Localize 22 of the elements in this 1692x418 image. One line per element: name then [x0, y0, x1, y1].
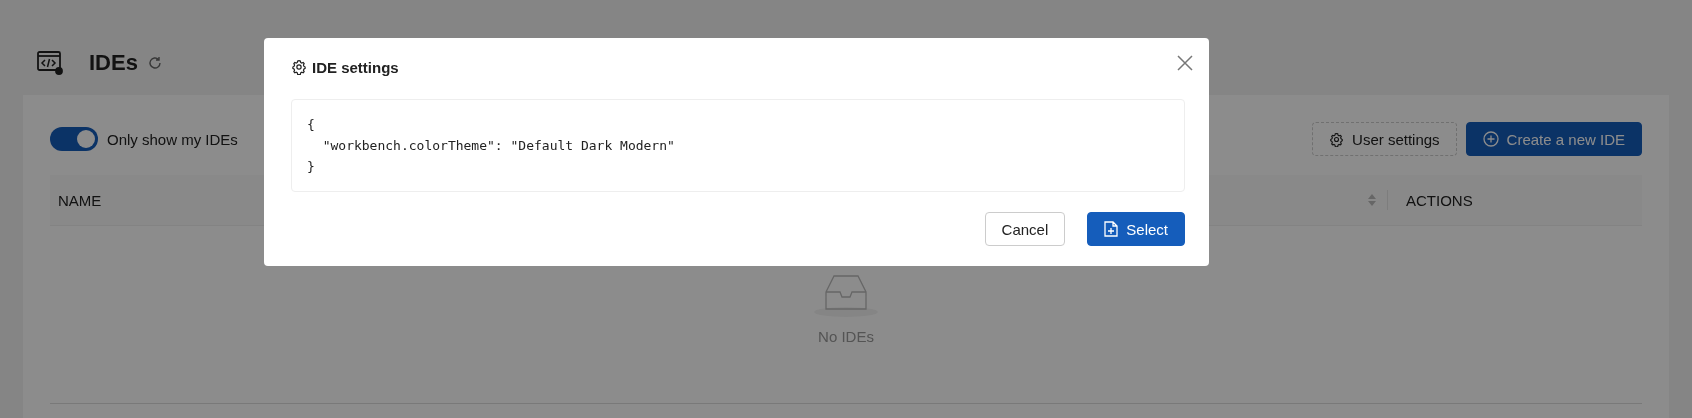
- toggle-switch[interactable]: [50, 127, 98, 151]
- reload-icon[interactable]: [147, 55, 162, 70]
- select-button[interactable]: Select: [1087, 212, 1185, 246]
- user-settings-button[interactable]: User settings: [1312, 122, 1457, 156]
- settings-icon: [1329, 131, 1345, 147]
- page-title: IDEs: [89, 49, 138, 76]
- plus-circle-icon: [1482, 131, 1499, 147]
- code-window-icon: [37, 50, 63, 75]
- cancel-button[interactable]: Cancel: [984, 212, 1066, 246]
- code-line: "workbench.colorTheme": "Default Dark Modern": [321, 137, 675, 155]
- code-line: {: [307, 116, 315, 134]
- toggle-label: Only show my IDEs: [107, 130, 238, 148]
- empty-message: No IDEs: [818, 328, 874, 345]
- empty-inbox-icon: [813, 272, 879, 318]
- close-icon[interactable]: [1177, 55, 1193, 71]
- column-header: ACTIONS: [1405, 191, 1474, 209]
- file-plus-icon: [1104, 221, 1119, 237]
- code-line: }: [307, 158, 315, 176]
- create-button[interactable]: Create a new IDE: [1465, 122, 1642, 156]
- settings-icon: [291, 59, 307, 75]
- dialog-title: IDE settings: [312, 58, 399, 76]
- code-editor[interactable]: { "workbench.colorTheme": "Default Dark Modern" }: [291, 99, 1185, 192]
